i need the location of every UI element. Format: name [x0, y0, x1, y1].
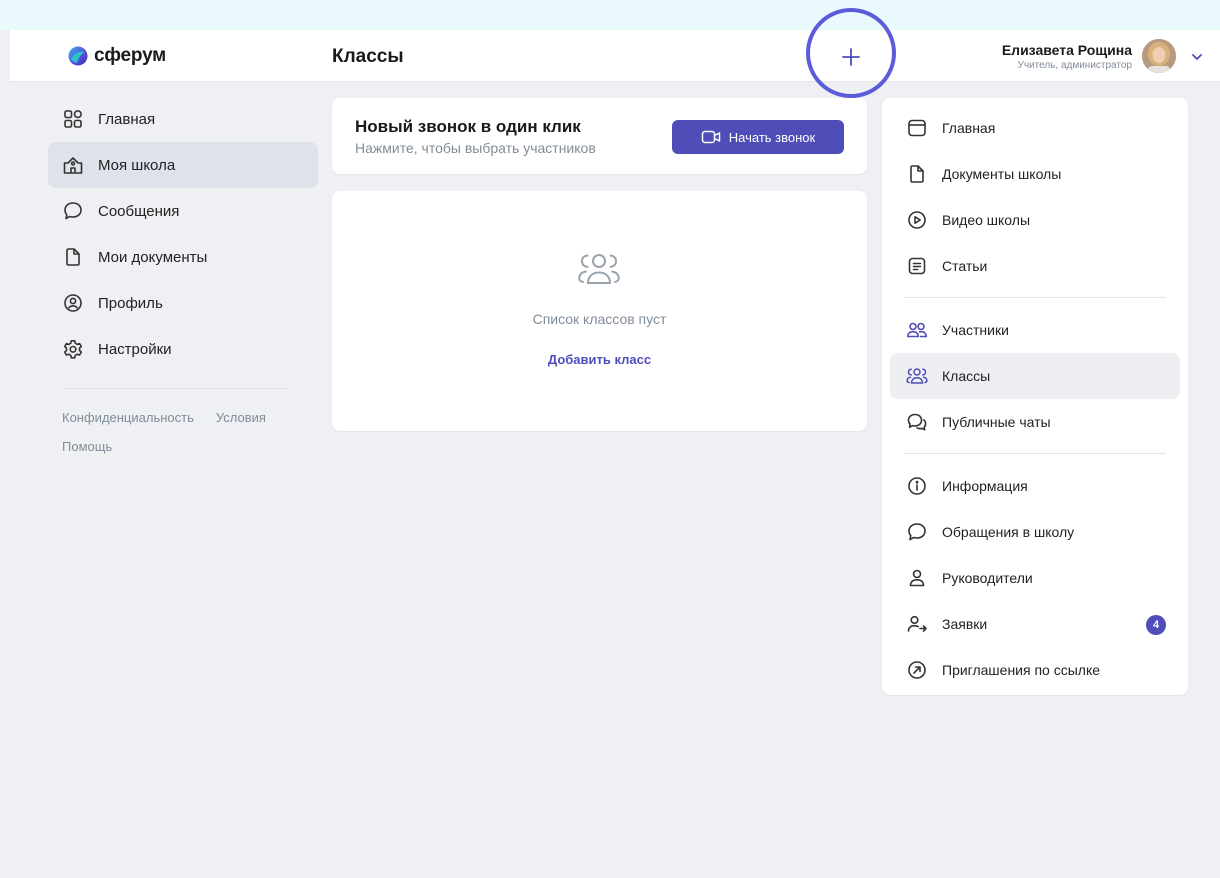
nav-item-settings[interactable]: Настройки	[48, 326, 318, 372]
add-class-link[interactable]: Добавить класс	[332, 352, 867, 367]
classes-card: Список классов пуст Добавить класс	[332, 191, 867, 431]
school-menu-label: Статьи	[942, 258, 988, 274]
user-arrow-icon	[907, 615, 927, 632]
school-menu-label: Видео школы	[942, 212, 1031, 228]
header: сферум Классы Елизавета Рощина Учитель, …	[10, 8, 1220, 98]
info-icon	[908, 477, 926, 495]
school-menu-invites[interactable]: Приглашения по ссылке	[890, 647, 1180, 693]
school-icon	[63, 157, 83, 174]
menu-divider	[904, 297, 1166, 298]
nav-item-label: Мои документы	[98, 248, 208, 266]
nav-item-label: Профиль	[98, 294, 163, 312]
document-icon	[910, 165, 924, 183]
home-grid-icon	[64, 110, 82, 128]
school-menu-appeals[interactable]: Обращения в школу	[890, 509, 1180, 555]
menu-divider	[904, 453, 1166, 454]
nav-item-messages[interactable]: Сообщения	[48, 188, 318, 234]
gear-icon	[63, 340, 83, 359]
school-menu-label: Обращения в школу	[942, 524, 1075, 540]
school-menu-info[interactable]: Информация	[890, 463, 1180, 509]
page-title: Классы	[332, 46, 404, 67]
classes-empty-icon	[578, 254, 620, 284]
school-menu-public-chats[interactable]: Публичные чаты	[890, 399, 1180, 445]
window-icon	[908, 119, 926, 137]
school-menu-label: Заявки	[942, 616, 988, 632]
nav-item-profile[interactable]: Профиль	[48, 280, 318, 326]
logo[interactable]: сферум	[68, 44, 166, 68]
footer-links: Конфиденциальность Условия Помощь	[48, 389, 318, 461]
school-menu-label: Классы	[942, 368, 991, 384]
left-nav: Главная Моя школа Сообщения Мои документ…	[48, 96, 318, 461]
school-menu-home[interactable]: Главная	[890, 105, 1180, 151]
document-icon	[66, 248, 80, 266]
school-menu-articles[interactable]: Статьи	[890, 243, 1180, 289]
sferum-logo-icon	[68, 46, 88, 66]
nav-item-label: Моя школа	[98, 156, 176, 174]
terms-link[interactable]: Условия	[216, 410, 266, 425]
nav-item-my-school[interactable]: Моя школа	[48, 142, 318, 188]
top-band	[0, 0, 1220, 30]
user-name: Елизавета Рощина	[1001, 41, 1132, 58]
school-menu-label: Информация	[942, 478, 1028, 494]
chevron-down-icon[interactable]	[1190, 50, 1204, 64]
user-role: Учитель, администратор	[1017, 59, 1133, 71]
school-menu-requests[interactable]: Заявки 4	[890, 601, 1180, 647]
start-call-button[interactable]: Начать звонок	[672, 120, 844, 154]
message-icon	[64, 202, 82, 220]
school-menu-label: Приглашения по ссылке	[942, 662, 1101, 678]
school-menu-managers[interactable]: Руководители	[890, 555, 1180, 601]
nav-item-label: Настройки	[98, 340, 172, 358]
help-link[interactable]: Помощь	[62, 439, 112, 454]
plus-icon	[842, 48, 860, 66]
app-window: сферум Классы Елизавета Рощина Учитель, …	[10, 8, 1220, 878]
play-icon	[908, 211, 926, 229]
nav-item-my-documents[interactable]: Мои документы	[48, 234, 318, 280]
message-icon	[908, 523, 926, 541]
add-button[interactable]	[836, 42, 866, 72]
school-menu-label: Публичные чаты	[942, 414, 1051, 430]
school-menu-video[interactable]: Видео школы	[890, 197, 1180, 243]
call-card-title: Новый звонок в один клик	[355, 117, 581, 136]
video-camera-icon	[701, 130, 721, 144]
privacy-link[interactable]: Конфиденциальность	[62, 410, 194, 425]
article-icon	[908, 257, 926, 275]
school-menu-label: Главная	[942, 120, 996, 136]
new-call-card[interactable]: Новый звонок в один клик Нажмите, чтобы …	[332, 98, 867, 174]
avatar[interactable]	[1142, 39, 1176, 73]
school-menu-label: Участники	[942, 322, 1009, 338]
school-menu-label: Документы школы	[942, 166, 1062, 182]
school-menu-panel: Главная Документы школы Видео школы Стат…	[882, 98, 1188, 695]
requests-count-badge: 4	[1146, 615, 1166, 635]
user-text: Елизавета Рощина Учитель, администратор	[1002, 41, 1132, 72]
nav-item-label: Сообщения	[98, 202, 180, 220]
link-arrow-icon	[908, 661, 926, 679]
school-menu-documents[interactable]: Документы школы	[890, 151, 1180, 197]
nav-item-home[interactable]: Главная	[48, 96, 318, 142]
school-menu-members[interactable]: Участники	[890, 307, 1180, 353]
logo-text: сферум	[94, 45, 167, 66]
nav-item-label: Главная	[98, 110, 156, 128]
user-menu[interactable]: Елизавета Рощина Учитель, администратор	[1002, 38, 1176, 74]
profile-icon	[64, 294, 82, 312]
school-menu-classes[interactable]: Классы	[890, 353, 1180, 399]
start-call-label: Начать звонок	[728, 129, 816, 145]
person-icon	[909, 569, 925, 587]
users-icon	[906, 322, 928, 338]
classes-icon	[906, 368, 928, 384]
chats-icon	[907, 413, 927, 431]
school-menu-label: Руководители	[942, 570, 1033, 586]
empty-state-text: Список классов пуст	[532, 311, 667, 327]
call-card-subtitle: Нажмите, чтобы выбрать участников	[355, 140, 596, 156]
